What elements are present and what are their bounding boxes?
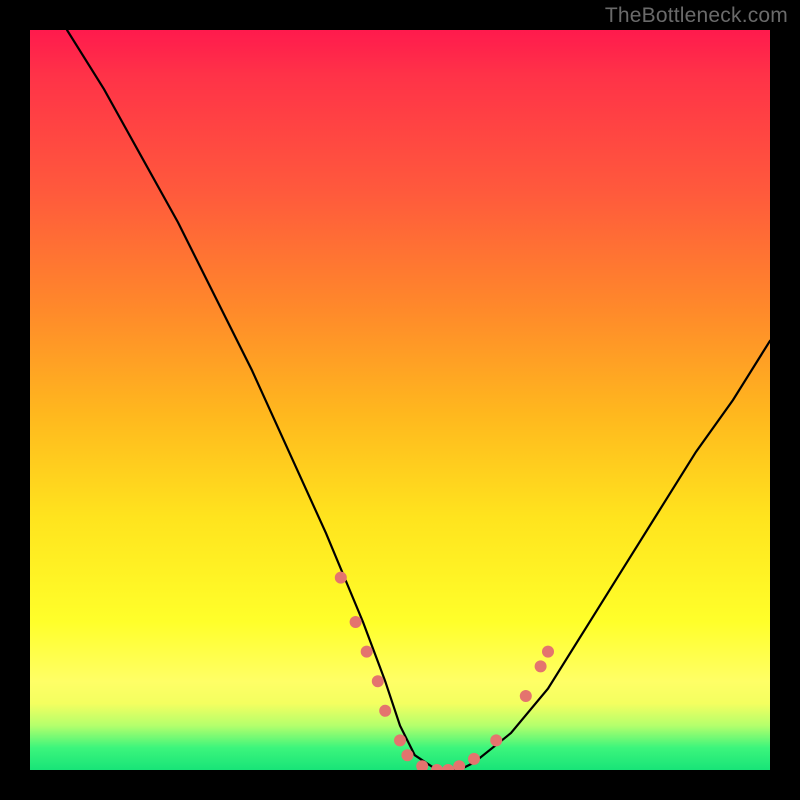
marker-dot xyxy=(372,675,384,687)
marker-dot xyxy=(350,616,362,628)
bottleneck-curve xyxy=(67,30,770,770)
marker-dot xyxy=(431,764,443,770)
marker-dot xyxy=(535,660,547,672)
marker-dot xyxy=(361,646,373,658)
highlight-dots xyxy=(335,572,554,770)
marker-dot xyxy=(453,760,465,770)
marker-dot xyxy=(490,734,502,746)
watermark-text: TheBottleneck.com xyxy=(605,4,788,28)
marker-dot xyxy=(442,764,454,770)
marker-dot xyxy=(542,646,554,658)
marker-dot xyxy=(401,749,413,761)
chart-overlay xyxy=(30,30,770,770)
marker-dot xyxy=(335,572,347,584)
plot-area xyxy=(30,30,770,770)
marker-dot xyxy=(468,753,480,765)
marker-dot xyxy=(394,734,406,746)
marker-dot xyxy=(379,705,391,717)
chart-frame: TheBottleneck.com xyxy=(0,0,800,800)
marker-dot xyxy=(520,690,532,702)
